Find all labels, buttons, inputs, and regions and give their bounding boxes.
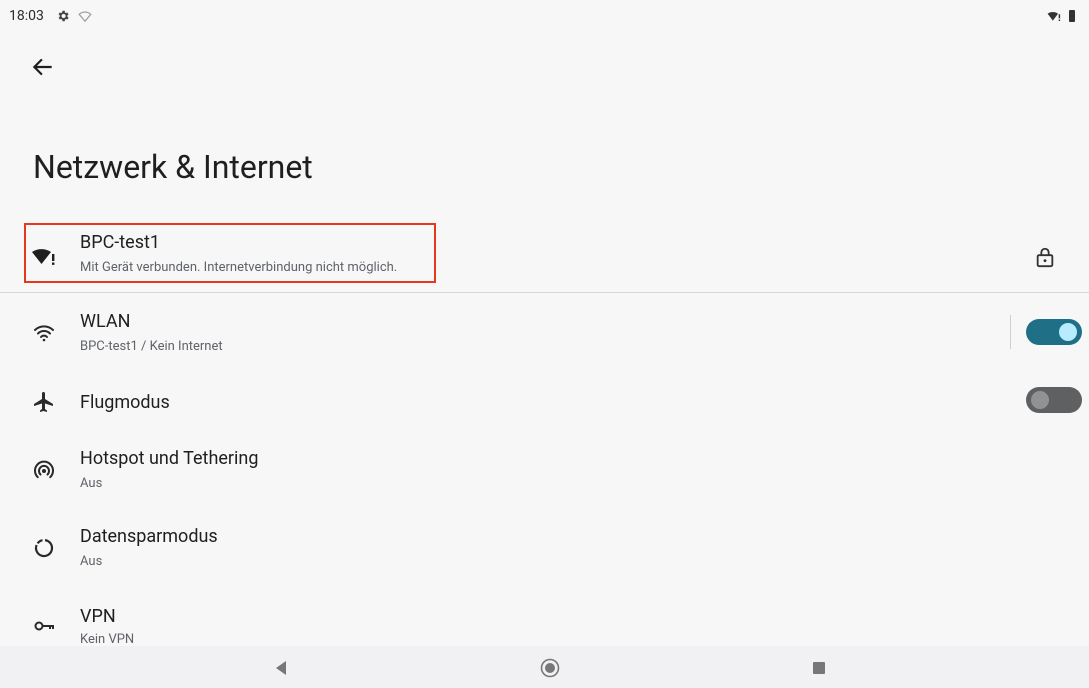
page-title: Netzwerk & Internet [33, 148, 313, 186]
airplane-mode-toggle[interactable] [1026, 387, 1082, 413]
wifi-icon [34, 325, 54, 342]
vpn-row[interactable]: VPN Kein VPN [0, 598, 1089, 647]
status-right-icons [1047, 9, 1077, 23]
wlan-subtitle: BPC-test1 / Kein Internet [80, 339, 223, 354]
toggle-knob [1059, 323, 1077, 341]
nav-recents-icon[interactable] [812, 661, 826, 675]
hotspot-title: Hotspot und Tethering [80, 448, 259, 469]
wifi-warning-icon [1047, 12, 1061, 21]
airplane-mode-row[interactable]: Flugmodus [0, 380, 1089, 424]
hotspot-subtitle: Aus [80, 476, 103, 491]
navigation-bar [0, 646, 1089, 688]
data-saver-icon [34, 539, 54, 558]
toggle-separator [1010, 315, 1011, 349]
airplane-icon [34, 392, 53, 412]
airplane-mode-title: Flugmodus [80, 392, 170, 413]
nav-home-icon[interactable] [540, 658, 560, 678]
battery-icon [1069, 10, 1075, 22]
vpn-subtitle: Kein VPN [80, 632, 135, 647]
wlan-row[interactable]: WLAN BPC-test1 / Kein Internet [0, 305, 1089, 365]
selection-highlight [24, 223, 436, 283]
status-time: 18:03 [9, 8, 44, 24]
divider [0, 292, 1089, 293]
data-saver-title: Datensparmodus [80, 526, 218, 547]
settings-gear-icon [58, 10, 69, 22]
data-saver-subtitle: Aus [80, 554, 103, 569]
vpn-key-icon [34, 621, 54, 631]
status-bar: 18:03 [0, 0, 1089, 36]
wlan-title: WLAN [80, 311, 131, 332]
wlan-toggle[interactable] [1026, 319, 1082, 345]
vpn-title: VPN [80, 606, 116, 627]
toggle-knob [1031, 391, 1049, 409]
nav-back-icon[interactable] [274, 660, 288, 676]
back-arrow-icon[interactable] [30, 54, 56, 80]
data-saver-row[interactable]: Datensparmodus Aus [0, 518, 1089, 578]
hotspot-row[interactable]: Hotspot und Tethering Aus [0, 440, 1089, 500]
lock-icon [1036, 247, 1054, 268]
hotspot-icon [34, 460, 54, 479]
wifi-outline-icon [78, 11, 92, 23]
